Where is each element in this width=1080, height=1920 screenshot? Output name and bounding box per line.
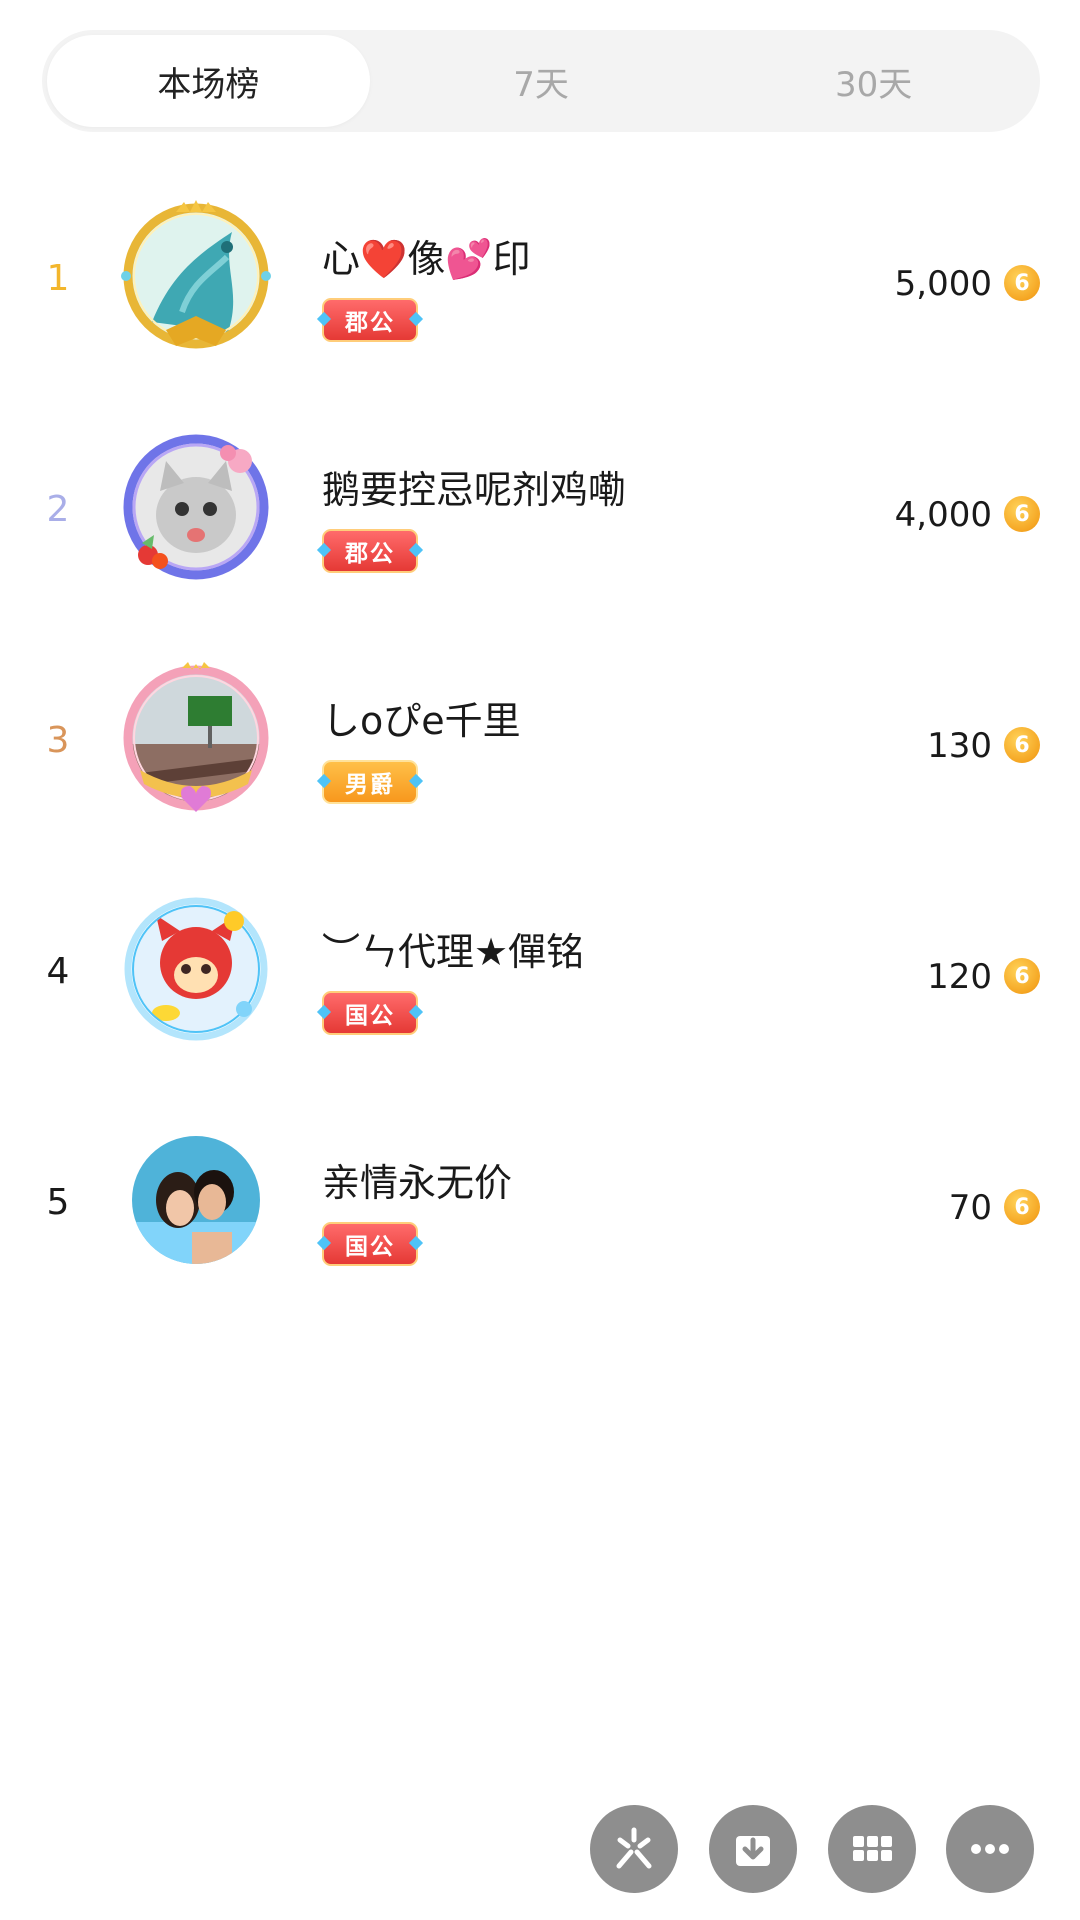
contribution-amount: 120 [927,957,992,997]
avatar-image [132,212,260,340]
rank-title-badge: 国公 [322,1222,418,1266]
rank-number: 5 [46,1182,70,1223]
ranking-row-3[interactable]: 3 しoぴe千里 男爵 130 6 [0,632,1080,863]
period-tab-bar: 本场榜 7天 30天 [42,30,1040,132]
more-dots-icon [971,1844,1009,1854]
rank-number: 3 [46,720,70,761]
coin-icon: 6 [1004,496,1040,532]
avatar[interactable] [120,893,272,1045]
leaderboard-page: 本场榜 7天 30天 1 心❤️像💕印 郡公 5,000 6 2 鹅要控忌呢剂鸡… [0,0,1080,1920]
rank-number: 1 [46,258,70,299]
user-name: 亲情永无价 [322,1161,513,1205]
rank-title-badge: 国公 [322,991,418,1035]
coin-icon: 6 [1004,1189,1040,1225]
rank-number: 4 [46,951,70,992]
contribution-amount: 5,000 [894,264,992,304]
avatar-image [132,1136,260,1264]
avatar[interactable] [120,1124,272,1276]
avatar-image [132,443,260,571]
more-button[interactable] [946,1805,1034,1893]
coin-icon: 6 [1004,727,1040,763]
download-icon [736,1836,770,1866]
contribution-amount: 70 [948,1188,992,1228]
user-name: 心❤️像💕印 [322,237,531,281]
avatar[interactable] [120,431,272,583]
user-name: 鹅要控忌呢剂鸡嘞 [322,468,627,512]
avatar[interactable] [120,200,272,352]
pinwheel-icon [616,1827,652,1869]
tab-30-days[interactable]: 30天 [712,35,1035,127]
rank-title-badge: 男爵 [322,760,418,804]
avatar-image [132,674,260,802]
contribution-amount: 4,000 [894,495,992,535]
tab-this-session[interactable]: 本场榜 [47,35,370,127]
rank-number: 2 [46,489,70,530]
grid-menu-button[interactable] [828,1805,916,1893]
ranking-row-2[interactable]: 2 鹅要控忌呢剂鸡嘞 郡公 4,000 6 [0,401,1080,632]
ranking-row-4[interactable]: 4 ︶ㄣ代理★僤铭 国公 120 6 [0,863,1080,1094]
avatar-image [132,905,260,1033]
contribution-amount: 130 [927,726,992,766]
rank-title-badge: 郡公 [322,529,418,573]
download-button[interactable] [709,1805,797,1893]
grid-icon [853,1836,892,1861]
rank-title-badge: 郡公 [322,298,418,342]
user-name: ︶ㄣ代理★僤铭 [322,930,585,974]
avatar[interactable] [120,662,272,814]
coin-icon: 6 [1004,958,1040,994]
tab-7-days[interactable]: 7天 [380,35,703,127]
pinwheel-button[interactable] [590,1805,678,1893]
ranking-row-5[interactable]: 5 亲情永无价 国公 70 6 [0,1094,1080,1325]
ranking-list: 1 心❤️像💕印 郡公 5,000 6 2 鹅要控忌呢剂鸡嘞 郡公 4,000 … [0,170,1080,1325]
user-name: しoぴe千里 [322,699,521,743]
ranking-row-1[interactable]: 1 心❤️像💕印 郡公 5,000 6 [0,170,1080,401]
coin-icon: 6 [1004,265,1040,301]
